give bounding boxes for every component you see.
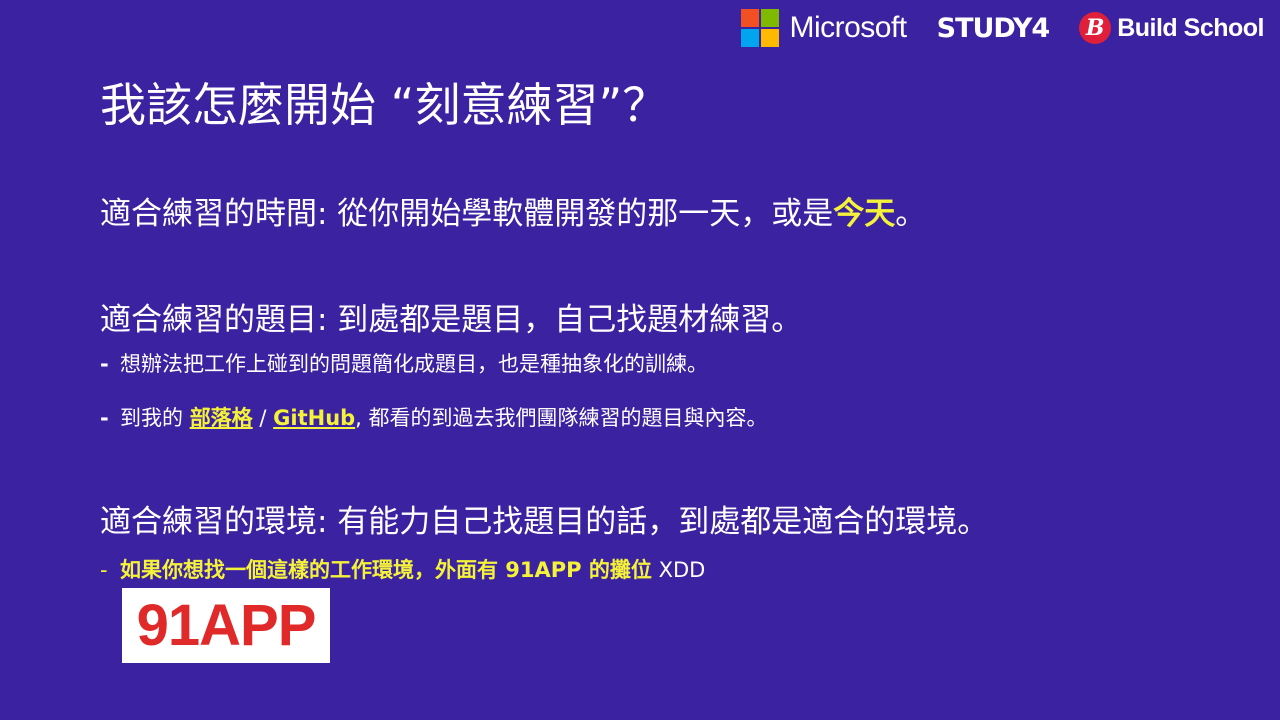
sponsor-logos: Microsoft STUDY4 B Build School bbox=[741, 8, 1264, 48]
practice-time-suffix: 。 bbox=[895, 196, 927, 232]
practice-environment-line: 適合練習的環境: 有能力自己找題目的話，到處都是適合的環境。 bbox=[100, 504, 989, 540]
today-highlight: 今天 bbox=[833, 196, 896, 232]
topic-bullet-1: - 想辦法把工作上碰到的問題簡化成題目，也是種抽象化的訓練。 bbox=[100, 348, 708, 380]
topic-bullet-2: - 到我的 部落格 / GitHub, 都看的到過去我們團隊練習的題目與內容。 bbox=[100, 402, 768, 434]
build-school-wordmark: Build School bbox=[1117, 13, 1264, 42]
microsoft-wordmark: Microsoft bbox=[789, 11, 907, 44]
91app-wordmark: 91APP bbox=[136, 593, 317, 658]
bullet-dash: - bbox=[100, 406, 109, 430]
topic-bullet-2-suffix: , 都看的到過去我們團隊練習的題目與內容。 bbox=[355, 406, 768, 430]
slide-title: 我該怎麼開始 “刻意練習”？ bbox=[100, 78, 669, 132]
topic-bullet-1-text: 想辦法把工作上碰到的問題簡化成題目，也是種抽象化的訓練。 bbox=[120, 352, 708, 376]
build-school-b-icon: B bbox=[1079, 12, 1112, 44]
environment-bullet-tail: XDD bbox=[658, 558, 706, 582]
environment-bullet: - 如果你想找一個這樣的工作環境，外面有 91APP 的攤位 XDD bbox=[100, 554, 705, 586]
practice-time-line: 適合練習的時間: 從你開始學軟體開發的那一天，或是今天。 bbox=[100, 192, 926, 236]
practice-time-text: 適合練習的時間: 從你開始學軟體開發的那一天，或是 bbox=[100, 196, 834, 232]
bullet-dash: - bbox=[100, 558, 108, 582]
study4-logo: STUDY4 bbox=[936, 12, 1051, 44]
microsoft-logo: Microsoft bbox=[741, 9, 907, 47]
91app-logo: 91APP bbox=[122, 588, 330, 663]
practice-topic-line: 適合練習的題目: 到處都是題目，自己找題材練習。 bbox=[100, 302, 803, 338]
link-separator: / bbox=[259, 406, 267, 430]
github-link[interactable]: GitHub bbox=[273, 406, 355, 430]
build-school-logo: B Build School bbox=[1079, 12, 1264, 44]
microsoft-squares-icon bbox=[741, 9, 780, 47]
blog-link[interactable]: 部落格 bbox=[190, 406, 253, 430]
environment-bullet-bold: 如果你想找一個這樣的工作環境，外面有 91APP 的攤位 bbox=[120, 558, 652, 582]
topic-bullet-2-prefix: 到我的 bbox=[120, 406, 183, 430]
bullet-dash: - bbox=[100, 352, 109, 376]
